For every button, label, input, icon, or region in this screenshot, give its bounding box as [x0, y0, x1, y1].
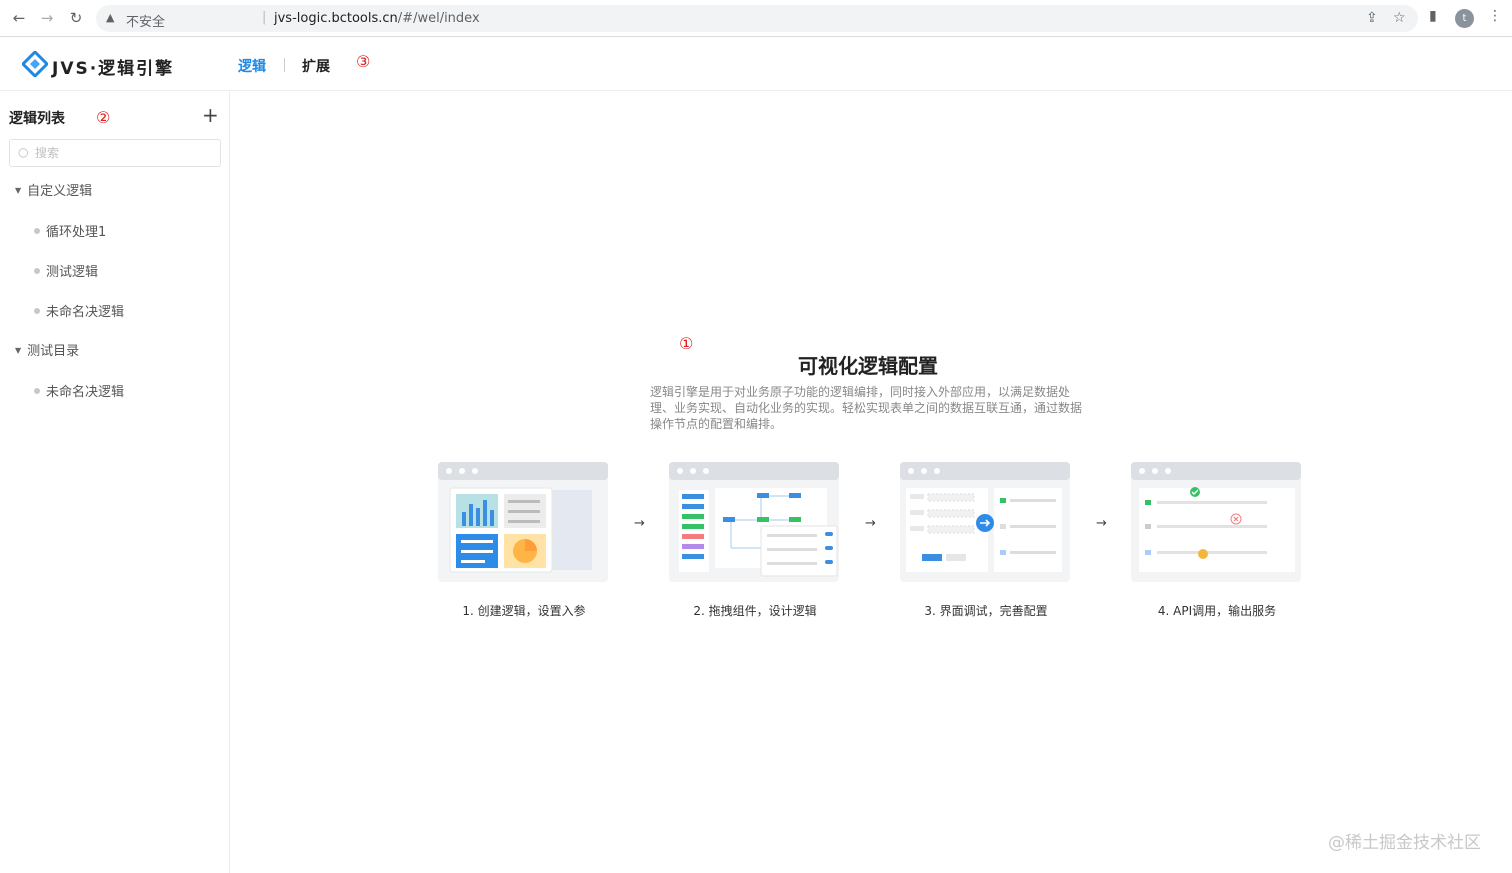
browser-toolbar: ← → ↻ ▲ 不安全 | jvs-logic.bctools.cn/#/wel…	[0, 0, 1512, 37]
reload-icon[interactable]: ↻	[66, 8, 86, 28]
step-label: 2. 拖拽组件，设计逻辑	[693, 604, 817, 618]
tab-divider	[284, 58, 285, 72]
caret-down-icon: ▼	[15, 346, 22, 355]
url-text[interactable]: jvs-logic.bctools.cn/#/wel/index	[274, 11, 480, 26]
page-description: 逻辑引擎是用于对业务原子功能的逻辑编排，同时接入外部应用，以满足数据处理、业务实…	[650, 385, 1083, 431]
tree-item[interactable]: 未命名决逻辑	[34, 381, 124, 400]
page-title: 可视化逻辑配置	[798, 354, 938, 378]
tree-folder-custom[interactable]: ▼ 自定义逻辑	[15, 180, 92, 199]
step-label: 1. 创建逻辑，设置入参	[462, 604, 586, 618]
search-box: ○	[9, 139, 221, 167]
warning-icon: ▲	[106, 11, 115, 24]
bullet-icon	[34, 388, 40, 394]
side-panel-icon[interactable]: ▮	[1429, 8, 1437, 24]
tab-extension[interactable]: 扩展	[302, 56, 330, 76]
jvs-logo-icon	[22, 51, 48, 77]
step-label: 4. API调用，输出服务	[1157, 604, 1277, 618]
more-menu-icon[interactable]: ⋮	[1488, 8, 1502, 24]
step-2-illustration	[669, 462, 839, 582]
address-bar[interactable]: ▲ 不安全 | jvs-logic.bctools.cn/#/wel/index…	[96, 5, 1418, 32]
sidebar-title: 逻辑列表	[9, 111, 65, 127]
bullet-icon	[34, 308, 40, 314]
brand-name: JVS·逻辑引擎	[52, 59, 175, 79]
tree-item[interactable]: 未命名决逻辑	[34, 301, 124, 320]
profile-avatar[interactable]: t	[1455, 9, 1474, 28]
bookmark-star-icon[interactable]: ☆	[1393, 10, 1406, 26]
main-content: ① 可视化逻辑配置 逻辑引擎是用于对业务原子功能的逻辑编排，同时接入外部应用，以…	[231, 92, 1512, 873]
address-separator: |	[262, 10, 267, 25]
share-icon[interactable]: ⇪	[1366, 10, 1378, 26]
app-header: JVS·逻辑引擎 逻辑 扩展 ③	[0, 38, 1512, 91]
back-icon[interactable]: ←	[9, 8, 29, 28]
annotation-marker-1: ①	[679, 334, 694, 353]
add-logic-button[interactable]: +	[202, 103, 219, 127]
arrow-right-icon: →	[634, 516, 645, 531]
step-4-illustration	[1131, 462, 1301, 582]
arrow-right-icon: →	[1096, 516, 1107, 531]
sidebar: 逻辑列表 ② + ○ ▼自定义逻辑 循环处理1 测试逻辑 未命名决逻辑 ▼测试目…	[0, 92, 230, 873]
security-label: 不安全	[126, 15, 166, 30]
tab-logic[interactable]: 逻辑	[238, 56, 266, 76]
tree-folder-test[interactable]: ▼ 测试目录	[15, 340, 79, 359]
forward-icon[interactable]: →	[37, 8, 57, 28]
watermark: @稀土掘金技术社区	[1328, 833, 1481, 853]
search-input[interactable]	[35, 144, 215, 162]
tree-item[interactable]: 测试逻辑	[34, 261, 98, 280]
annotation-marker-3: ③	[356, 52, 371, 71]
bullet-icon	[34, 268, 40, 274]
annotation-marker-2: ②	[96, 108, 111, 127]
arrow-right-icon: →	[865, 516, 876, 531]
step-3-illustration	[900, 462, 1070, 582]
search-icon: ○	[18, 145, 29, 159]
bullet-icon	[34, 228, 40, 234]
step-1-illustration	[438, 462, 608, 582]
caret-down-icon: ▼	[15, 186, 22, 195]
step-label: 3. 界面调试，完善配置	[924, 604, 1048, 618]
tree-item[interactable]: 循环处理1	[34, 221, 106, 240]
